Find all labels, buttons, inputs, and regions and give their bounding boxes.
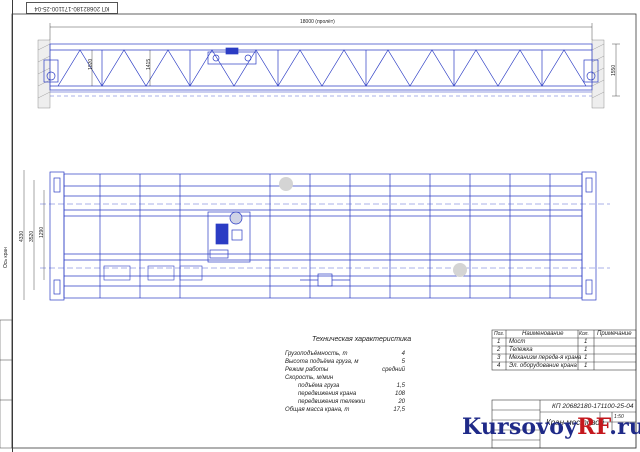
dim-plan-b: 3520 xyxy=(29,230,35,242)
watermark-logo: KursovoyRF.ru xyxy=(462,414,640,440)
bom-pos: 2 xyxy=(497,347,501,353)
trolley-plan xyxy=(207,211,251,263)
dim-side-label: Ось кран xyxy=(3,247,9,268)
spec-value: средний xyxy=(382,367,405,373)
bom-pos: 1 xyxy=(497,339,501,345)
elevation-view xyxy=(37,23,620,109)
spec-label: Высота подъёма груза, м xyxy=(285,359,359,365)
bom-qty: 1 xyxy=(584,363,588,369)
spec-value: 4 xyxy=(401,351,405,357)
bom-header-name: Наименование xyxy=(522,331,564,337)
plan-view xyxy=(23,170,610,301)
spec-value: 1,5 xyxy=(396,383,405,389)
side-stamp xyxy=(0,319,13,449)
dim-right-height: 1550 xyxy=(611,64,617,76)
title-code: КП 20682180-171100-25-04 xyxy=(552,403,634,410)
bom-name: Эл. оборудование крана xyxy=(509,363,577,369)
spec-label: Скорость, м/мин xyxy=(285,375,334,381)
main-girders-plan xyxy=(63,173,583,299)
watermark-rf: RF xyxy=(577,414,610,440)
bom-name: Тележка xyxy=(509,347,533,353)
end-carriage-right xyxy=(581,171,597,301)
spec-value: 17,5 xyxy=(393,407,405,413)
bom-header-qty: Кол. xyxy=(579,331,589,337)
marker-blob xyxy=(279,177,293,191)
spec-label: передвижения тележки xyxy=(298,399,366,405)
spec-value: 5 xyxy=(401,359,405,365)
spec-label: Общая масса крана, т xyxy=(285,407,350,413)
spec-label: подъёма груза xyxy=(298,383,340,389)
bom-name: Механизм передв-я крана xyxy=(509,355,582,361)
spec-value: 108 xyxy=(394,391,405,397)
bom-qty: 1 xyxy=(584,339,588,345)
bom-qty: 1 xyxy=(584,355,588,361)
watermark-brand: Kursovoy xyxy=(462,414,578,440)
bom-header-note: Примечание xyxy=(597,331,632,337)
dim-plan-c: 1290 xyxy=(39,226,45,238)
watermark-ru: .ru xyxy=(609,414,640,440)
spec-label: Грузоподъёмность, т xyxy=(285,351,348,357)
drawing-sheet: КП 20682180-171100-25-04 18000 (пролёт) … xyxy=(0,0,640,452)
spec-label: передвижения крана xyxy=(298,391,357,397)
bom-pos: 3 xyxy=(497,355,501,361)
truss-girder xyxy=(49,43,593,91)
dim-span: 18000 (пролёт) xyxy=(300,19,335,25)
bom-qty: 1 xyxy=(584,347,588,353)
spec-label: Режим работы xyxy=(285,367,329,373)
dim-left-a: 1020 xyxy=(88,58,94,70)
specs-title: Техническая характеристика xyxy=(312,336,412,343)
marker-blob xyxy=(453,263,467,277)
dim-left-b: 1415 xyxy=(146,58,152,70)
bom-name: Мост xyxy=(509,339,526,345)
end-carriage-left xyxy=(49,171,65,301)
bom-header-pos: Поз. xyxy=(494,331,505,337)
spec-value: 20 xyxy=(398,399,405,405)
bom-pos: 4 xyxy=(497,363,501,369)
dim-plan-a: 4330 xyxy=(19,230,25,242)
